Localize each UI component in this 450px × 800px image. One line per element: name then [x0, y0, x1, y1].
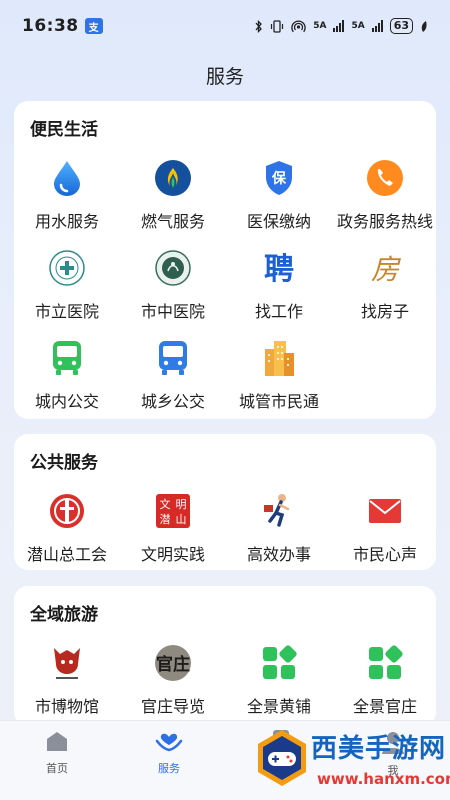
svg-text:明: 明	[176, 498, 187, 511]
tab-label: 首页	[46, 762, 68, 775]
gas-flame-icon	[154, 159, 192, 197]
service-water[interactable]: 用水服务	[14, 159, 120, 232]
status-bar: 16:38 支 5A 5A 63	[0, 0, 450, 52]
svg-text:文: 文	[160, 497, 171, 511]
status-icons: 5A 5A 63	[255, 18, 428, 34]
svg-text:房: 房	[371, 253, 401, 286]
service-label: 市中医院	[140, 302, 205, 321]
service-label: 潜山总工会	[26, 545, 107, 564]
alipay-notification-icon: 支	[84, 18, 103, 34]
tcm-hospital-emblem-icon	[154, 249, 192, 287]
svg-text:潜: 潜	[160, 512, 171, 526]
home-icon	[47, 732, 67, 751]
tab-service[interactable]: 服务	[124, 729, 214, 776]
service-label: 全景黄铺	[246, 697, 311, 716]
service-trade-union[interactable]: 潜山总工会	[14, 492, 120, 565]
network-type-1: 5A	[313, 21, 327, 31]
service-label: 高效办事	[246, 545, 311, 564]
gamepad-logo-icon	[258, 730, 306, 786]
watermark-title: 西美手游网	[311, 734, 447, 764]
civilization-practice-icon: 文明潜山	[154, 492, 192, 530]
section-convenient-life: 便民生活 用水服务 燃气服务 保 医保缴纳 政务服务热线 市立医院 市中医院 聘…	[14, 101, 436, 419]
section-public-service: 公共服务 潜山总工会 文明潜山 文明实践 高效办事 市民心声	[14, 434, 436, 570]
battery-icon: 63	[389, 18, 413, 34]
leaf-icon	[421, 20, 427, 32]
svg-text:山: 山	[176, 513, 187, 526]
service-tcm-hospital[interactable]: 市中医院	[120, 249, 226, 322]
service-label: 燃气服务	[140, 212, 205, 231]
page-title: 服务	[205, 66, 244, 88]
service-label: 城内公交	[34, 392, 99, 411]
service-label: 找工作	[254, 302, 303, 321]
mail-envelope-icon	[366, 492, 404, 530]
service-label: 文明实践	[140, 545, 205, 564]
medical-insurance-shield-icon: 保	[260, 159, 298, 197]
watermark-url: www.hanxm.com	[317, 770, 450, 788]
service-label: 医保缴纳	[246, 212, 311, 231]
service-find-job[interactable]: 聘 找工作	[226, 249, 332, 322]
service-label: 市博物馆	[34, 697, 99, 716]
service-panorama-guanzhuang[interactable]: 全景官庄	[332, 644, 438, 717]
hospital-emblem-icon	[48, 249, 86, 287]
service-label: 市立医院	[34, 302, 99, 321]
guanzhuang-calligraphy-icon: 官庄	[154, 644, 192, 682]
museum-logo-icon	[48, 644, 86, 682]
hotspot-icon	[291, 20, 306, 33]
panorama-grid-icon	[366, 644, 404, 682]
service-city-management[interactable]: 城管市民通	[226, 339, 332, 412]
tab-label: 服务	[158, 762, 180, 775]
vibrate-icon	[271, 19, 284, 33]
service-label: 政务服务热线	[336, 212, 433, 231]
service-label: 城管市民通	[238, 392, 319, 411]
service-city-bus[interactable]: 城内公交	[14, 339, 120, 412]
signal-icon-1	[333, 20, 345, 32]
tab-home[interactable]: 首页	[12, 729, 102, 776]
section-title: 公共服务	[30, 453, 98, 473]
service-label: 找房子	[360, 302, 409, 321]
section-title: 全域旅游	[30, 605, 98, 625]
running-man-icon	[260, 492, 298, 530]
site-watermark: 西美手游网 www.hanxm.com	[255, 722, 450, 800]
service-citizen-voice[interactable]: 市民心声	[332, 492, 438, 565]
status-time: 16:38	[22, 16, 79, 36]
rural-bus-icon	[154, 339, 192, 377]
service-gas[interactable]: 燃气服务	[120, 159, 226, 232]
svg-text:保: 保	[271, 170, 287, 187]
heart-hands-icon	[155, 733, 183, 752]
water-drop-icon	[48, 159, 86, 197]
section-title: 便民生活	[30, 120, 98, 140]
service-city-hospital[interactable]: 市立医院	[14, 249, 120, 322]
city-bus-icon	[48, 339, 86, 377]
service-label: 用水服务	[34, 212, 99, 231]
service-medical-insurance[interactable]: 保 医保缴纳	[226, 159, 332, 232]
service-museum[interactable]: 市博物馆	[14, 644, 120, 717]
service-find-house[interactable]: 房 找房子	[332, 249, 438, 322]
section-tourism: 全域旅游 市博物馆 官庄 官庄导览 全景黄铺 全景官庄	[14, 586, 436, 726]
job-hire-icon: 聘	[260, 249, 298, 287]
service-label: 市民心声	[352, 545, 417, 564]
phone-hotline-icon	[366, 159, 404, 197]
service-label: 官庄导览	[140, 697, 205, 716]
service-civilization[interactable]: 文明潜山 文明实践	[120, 492, 226, 565]
trade-union-icon	[48, 492, 86, 530]
bluetooth-icon	[255, 19, 263, 33]
network-type-2: 5A	[351, 21, 365, 31]
house-search-icon: 房	[366, 249, 404, 287]
service-guanzhuang-guide[interactable]: 官庄 官庄导览	[120, 644, 226, 717]
service-label: 全景官庄	[352, 697, 417, 716]
service-gov-hotline[interactable]: 政务服务热线	[332, 159, 438, 232]
signal-icon-2	[371, 20, 383, 32]
service-panorama-huangpu[interactable]: 全景黄铺	[226, 644, 332, 717]
service-rural-bus[interactable]: 城乡公交	[120, 339, 226, 412]
svg-text:官庄: 官庄	[156, 654, 190, 675]
city-buildings-icon	[260, 339, 298, 377]
svg-text:聘: 聘	[264, 252, 294, 287]
service-label: 城乡公交	[140, 392, 205, 411]
panorama-grid-icon	[260, 644, 298, 682]
service-efficient-affairs[interactable]: 高效办事	[226, 492, 332, 565]
